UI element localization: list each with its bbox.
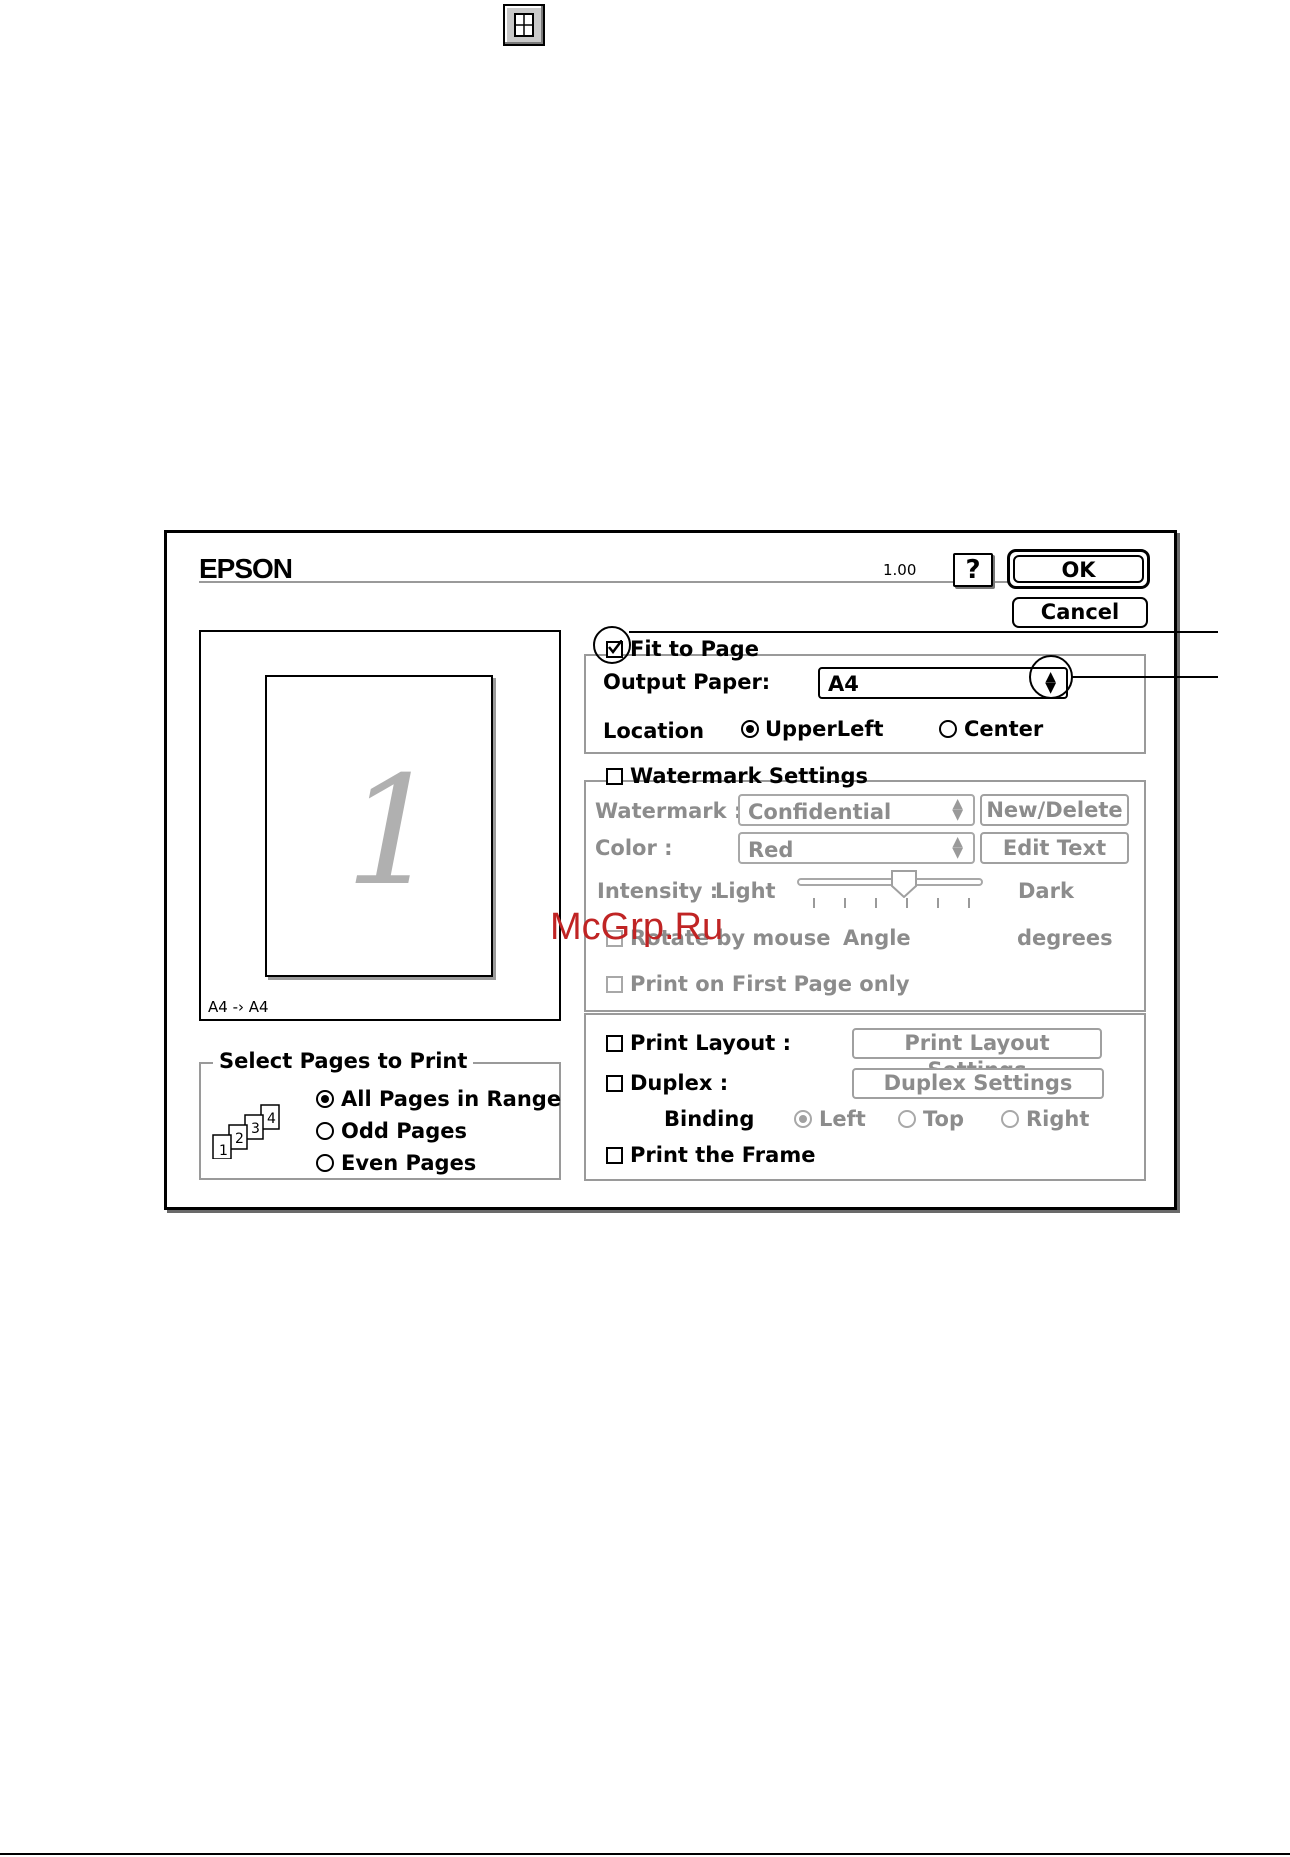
updown-arrow-icon: ▲ ▼ bbox=[952, 795, 963, 823]
duplex-label[interactable]: Duplex : bbox=[630, 1073, 728, 1094]
page-order-icon: 4 3 2 1 bbox=[212, 1104, 280, 1159]
help-icon: ? bbox=[965, 555, 981, 585]
slider-tick bbox=[937, 898, 939, 908]
duplex-settings-button[interactable]: Duplex Settings bbox=[852, 1068, 1104, 1099]
print-layout-icon bbox=[503, 4, 545, 46]
slider-tick bbox=[813, 898, 815, 908]
select-pages-title: Select Pages to Print bbox=[213, 1051, 474, 1072]
color-select[interactable]: Red ▲ ▼ bbox=[738, 832, 975, 864]
intensity-slider[interactable] bbox=[797, 878, 983, 886]
even-pages-radio[interactable] bbox=[316, 1154, 334, 1172]
odd-pages-radio[interactable] bbox=[316, 1122, 334, 1140]
preview-page: 1 bbox=[265, 675, 493, 977]
version-label: 1.00 bbox=[883, 561, 917, 579]
page-icon-label: 2 bbox=[235, 1131, 244, 1147]
print-layout-label[interactable]: Print Layout : bbox=[630, 1033, 791, 1054]
binding-right-radio[interactable] bbox=[1001, 1110, 1019, 1128]
location-label: Location bbox=[603, 719, 705, 743]
print-layout-settings-button[interactable]: Print Layout Settings bbox=[852, 1028, 1102, 1082]
binding-left-radio[interactable] bbox=[794, 1110, 812, 1128]
intensity-dark-label: Dark bbox=[1018, 879, 1074, 903]
all-pages-radio[interactable] bbox=[316, 1090, 334, 1108]
watermark-value: Confidential bbox=[748, 800, 892, 824]
cancel-button[interactable]: Cancel bbox=[1012, 597, 1148, 628]
binding-top-label[interactable]: Top bbox=[923, 1109, 964, 1130]
degrees-label: degrees bbox=[1017, 926, 1113, 950]
binding-top-radio[interactable] bbox=[898, 1110, 916, 1128]
page-icon-label: 1 bbox=[219, 1143, 228, 1159]
slider-tick bbox=[844, 898, 846, 908]
intensity-slider-thumb[interactable] bbox=[891, 870, 917, 898]
fit-to-page-label[interactable]: Fit to Page bbox=[630, 639, 759, 660]
location-upperleft-label[interactable]: UpperLeft bbox=[765, 719, 884, 740]
page-icon-label: 3 bbox=[251, 1121, 260, 1137]
even-pages-label[interactable]: Even Pages bbox=[341, 1153, 476, 1174]
angle-label: Angle bbox=[843, 926, 911, 950]
epson-logo: EPSON bbox=[199, 553, 293, 584]
callout-line bbox=[1072, 676, 1218, 678]
header-divider bbox=[199, 581, 1059, 583]
location-upperleft-radio[interactable] bbox=[741, 720, 759, 738]
duplex-checkbox[interactable] bbox=[606, 1075, 623, 1092]
print-layout-checkbox[interactable] bbox=[606, 1035, 623, 1052]
callout-circle-popup bbox=[1029, 655, 1073, 699]
page-bottom-rule bbox=[0, 1853, 1290, 1855]
paper-size-caption: A4 -› A4 bbox=[208, 998, 269, 1016]
help-button[interactable]: ? bbox=[953, 553, 993, 587]
intensity-label: Intensity : bbox=[597, 879, 719, 903]
page-icon-label: 4 bbox=[267, 1111, 276, 1127]
callout-line bbox=[629, 631, 1218, 633]
slider-tick bbox=[875, 898, 877, 908]
callout-circle-checkbox bbox=[593, 626, 631, 664]
preview-page-number: 1 bbox=[345, 745, 441, 919]
print-frame-label[interactable]: Print the Frame bbox=[630, 1145, 815, 1166]
color-value: Red bbox=[748, 838, 794, 862]
site-watermark: McGrp.Ru bbox=[550, 906, 724, 948]
odd-pages-label[interactable]: Odd Pages bbox=[341, 1121, 467, 1142]
intensity-light-label: Light bbox=[715, 879, 776, 903]
updown-arrow-icon: ▲ ▼ bbox=[952, 833, 963, 861]
color-label: Color : bbox=[595, 836, 673, 860]
first-page-only-label[interactable]: Print on First Page only bbox=[630, 974, 910, 995]
watermark-settings-label[interactable]: Watermark Settings bbox=[630, 766, 868, 787]
new-delete-button[interactable]: New/Delete bbox=[980, 794, 1129, 826]
watermark-settings-checkbox[interactable] bbox=[606, 768, 623, 785]
ok-button[interactable]: OK bbox=[1007, 549, 1150, 589]
binding-label: Binding bbox=[664, 1107, 755, 1131]
page-preview: 1 A4 -› A4 bbox=[199, 630, 561, 1021]
slider-tick bbox=[968, 898, 970, 908]
first-page-only-checkbox[interactable] bbox=[606, 976, 623, 993]
all-pages-label[interactable]: All Pages in Range bbox=[341, 1089, 561, 1110]
output-paper-label: Output Paper: bbox=[603, 670, 771, 694]
ok-button-label: OK bbox=[1013, 555, 1144, 583]
binding-right-label[interactable]: Right bbox=[1026, 1109, 1089, 1130]
location-center-label[interactable]: Center bbox=[964, 719, 1043, 740]
output-paper-value: A4 bbox=[828, 672, 859, 696]
watermark-select[interactable]: Confidential ▲ ▼ bbox=[738, 794, 975, 826]
binding-left-label[interactable]: Left bbox=[819, 1109, 866, 1130]
print-frame-checkbox[interactable] bbox=[606, 1147, 623, 1164]
watermark-label: Watermark : bbox=[595, 799, 743, 823]
slider-tick bbox=[906, 898, 908, 908]
edit-text-button[interactable]: Edit Text bbox=[980, 832, 1129, 864]
location-center-radio[interactable] bbox=[939, 720, 957, 738]
